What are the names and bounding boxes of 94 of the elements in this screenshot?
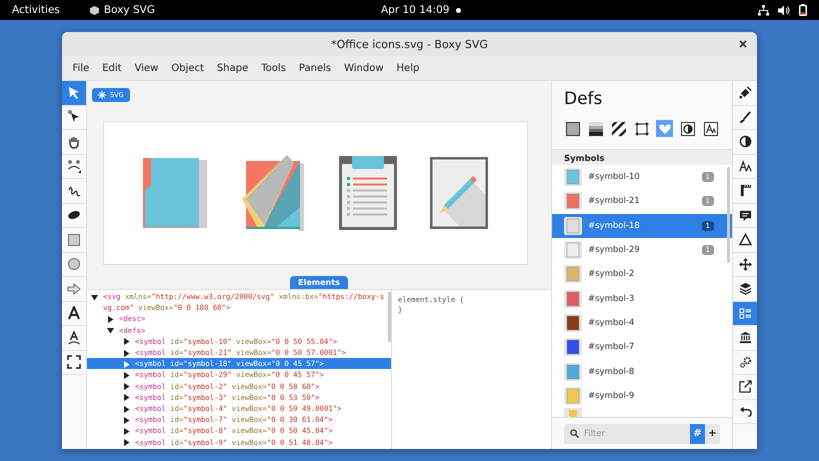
menu-item[interactable]: Panels xyxy=(292,62,338,74)
collapsed-arrow-icon[interactable] xyxy=(123,439,130,446)
pencil-document-drawing xyxy=(430,157,488,229)
folder-drawing xyxy=(142,158,207,228)
collapsed-arrow-icon[interactable] xyxy=(123,394,130,402)
search-icon xyxy=(570,429,579,438)
window-title: *Office icons.svg - Boxy SVG xyxy=(331,38,488,50)
heart-icon xyxy=(658,122,672,136)
symbol-thumbnail xyxy=(564,338,582,356)
expanded-arrow-icon[interactable] xyxy=(107,327,114,334)
font-icon xyxy=(704,122,718,136)
gradient-icon xyxy=(588,122,602,136)
symbol-list-item[interactable]: #symbol-9 xyxy=(552,384,732,408)
id-filter-toggle[interactable]: # xyxy=(690,424,705,444)
activities-button[interactable]: Activities xyxy=(0,4,72,16)
pointer-icon xyxy=(67,86,81,100)
symbol-thumbnail xyxy=(564,386,582,405)
menu-item[interactable]: Object xyxy=(164,62,210,74)
ruler-icon xyxy=(738,184,752,198)
paint-bucket-icon xyxy=(738,86,752,100)
symbol-thumbnail xyxy=(564,362,582,381)
symbol-list-item[interactable]: #symbol-2 xyxy=(552,262,732,286)
bank-icon xyxy=(738,331,752,344)
move-icon xyxy=(738,258,752,271)
defs-type-tab[interactable] xyxy=(679,120,696,137)
symbol-list-item[interactable]: #symbol-3 xyxy=(552,286,732,311)
list-icon xyxy=(738,306,752,320)
arrow-icon xyxy=(67,110,81,124)
menu-item[interactable]: Tools xyxy=(254,62,292,74)
stripes-icon xyxy=(612,122,626,136)
collapsed-arrow-icon[interactable] xyxy=(123,406,130,413)
asterisk-icon xyxy=(98,91,106,99)
symbol-thumbnail xyxy=(564,314,582,332)
brush-icon xyxy=(738,110,752,124)
menu-item[interactable]: Shape xyxy=(210,62,255,74)
filter-field[interactable]: Filter xyxy=(564,424,690,444)
text-arc-icon xyxy=(67,330,81,345)
collapsed-arrow-icon[interactable] xyxy=(123,372,130,379)
app-name[interactable]: Boxy SVG xyxy=(104,4,155,16)
close-icon[interactable] xyxy=(739,40,747,48)
menu-item[interactable]: View xyxy=(128,62,165,74)
hand-icon xyxy=(67,134,81,149)
collapsed-arrow-icon[interactable] xyxy=(123,428,130,435)
defs-type-tab[interactable] xyxy=(702,120,719,137)
panel-title: Defs xyxy=(563,88,604,111)
symbol-list-item[interactable]: #symbol-4 xyxy=(552,310,732,336)
font-icon xyxy=(738,160,752,173)
collapsed-arrow-icon[interactable] xyxy=(123,338,130,346)
elements-tab[interactable]: Elements xyxy=(290,276,348,289)
volume-icon[interactable] xyxy=(778,4,790,16)
contrast-icon xyxy=(738,135,752,148)
defs-type-tab[interactable] xyxy=(610,120,627,137)
app-icon xyxy=(90,6,99,14)
speech-bubble-icon xyxy=(738,208,752,222)
symbol-thumbnail xyxy=(564,192,582,210)
defs-type-tab[interactable] xyxy=(564,120,581,137)
symbol-thumbnail xyxy=(564,168,582,186)
export-icon xyxy=(738,380,752,394)
triangle-icon xyxy=(738,233,752,246)
clock[interactable]: Apr 10 14:09 xyxy=(381,4,450,16)
network-icon[interactable] xyxy=(758,4,769,16)
symbol-thumbnail xyxy=(564,241,582,260)
section-header: Symbols xyxy=(552,149,732,165)
menu-item[interactable]: Edit xyxy=(96,62,128,74)
smile-icon xyxy=(67,159,81,174)
arrow-shape-icon xyxy=(67,282,81,296)
contrast-icon xyxy=(680,122,694,136)
defs-type-tab[interactable] xyxy=(587,120,604,137)
undo-icon xyxy=(738,404,752,418)
symbol-list-item[interactable]: #symbol-8 xyxy=(552,359,732,384)
square-icon xyxy=(67,232,81,247)
collapsed-arrow-icon[interactable] xyxy=(123,350,130,357)
layers-icon xyxy=(738,282,752,296)
defs-type-tab[interactable] xyxy=(633,120,650,137)
circle-icon xyxy=(67,257,81,272)
add-button[interactable]: + xyxy=(705,424,720,444)
symbol-thumbnail xyxy=(564,290,582,308)
collapsed-arrow-icon[interactable] xyxy=(123,383,130,390)
battery-icon[interactable] xyxy=(799,4,807,16)
text-icon xyxy=(67,306,81,320)
gears-icon xyxy=(738,356,752,369)
collapsed-arrow-icon[interactable] xyxy=(107,316,114,323)
swatch-icon xyxy=(566,122,580,136)
symbol-thumbnail xyxy=(564,265,582,284)
expanded-arrow-icon[interactable] xyxy=(91,294,98,300)
menu-item[interactable]: File xyxy=(66,62,96,74)
rotate-frame-icon xyxy=(634,122,648,136)
menu-item[interactable]: Window xyxy=(338,62,390,74)
menu-item[interactable]: Help xyxy=(390,62,426,74)
collapsed-arrow-icon[interactable] xyxy=(123,416,130,424)
symbol-list-item[interactable]: #symbol-7 xyxy=(552,335,732,360)
fullscreen-icon xyxy=(67,355,81,370)
notification-dot-icon xyxy=(456,8,461,13)
symbol-thumbnail xyxy=(564,216,582,235)
